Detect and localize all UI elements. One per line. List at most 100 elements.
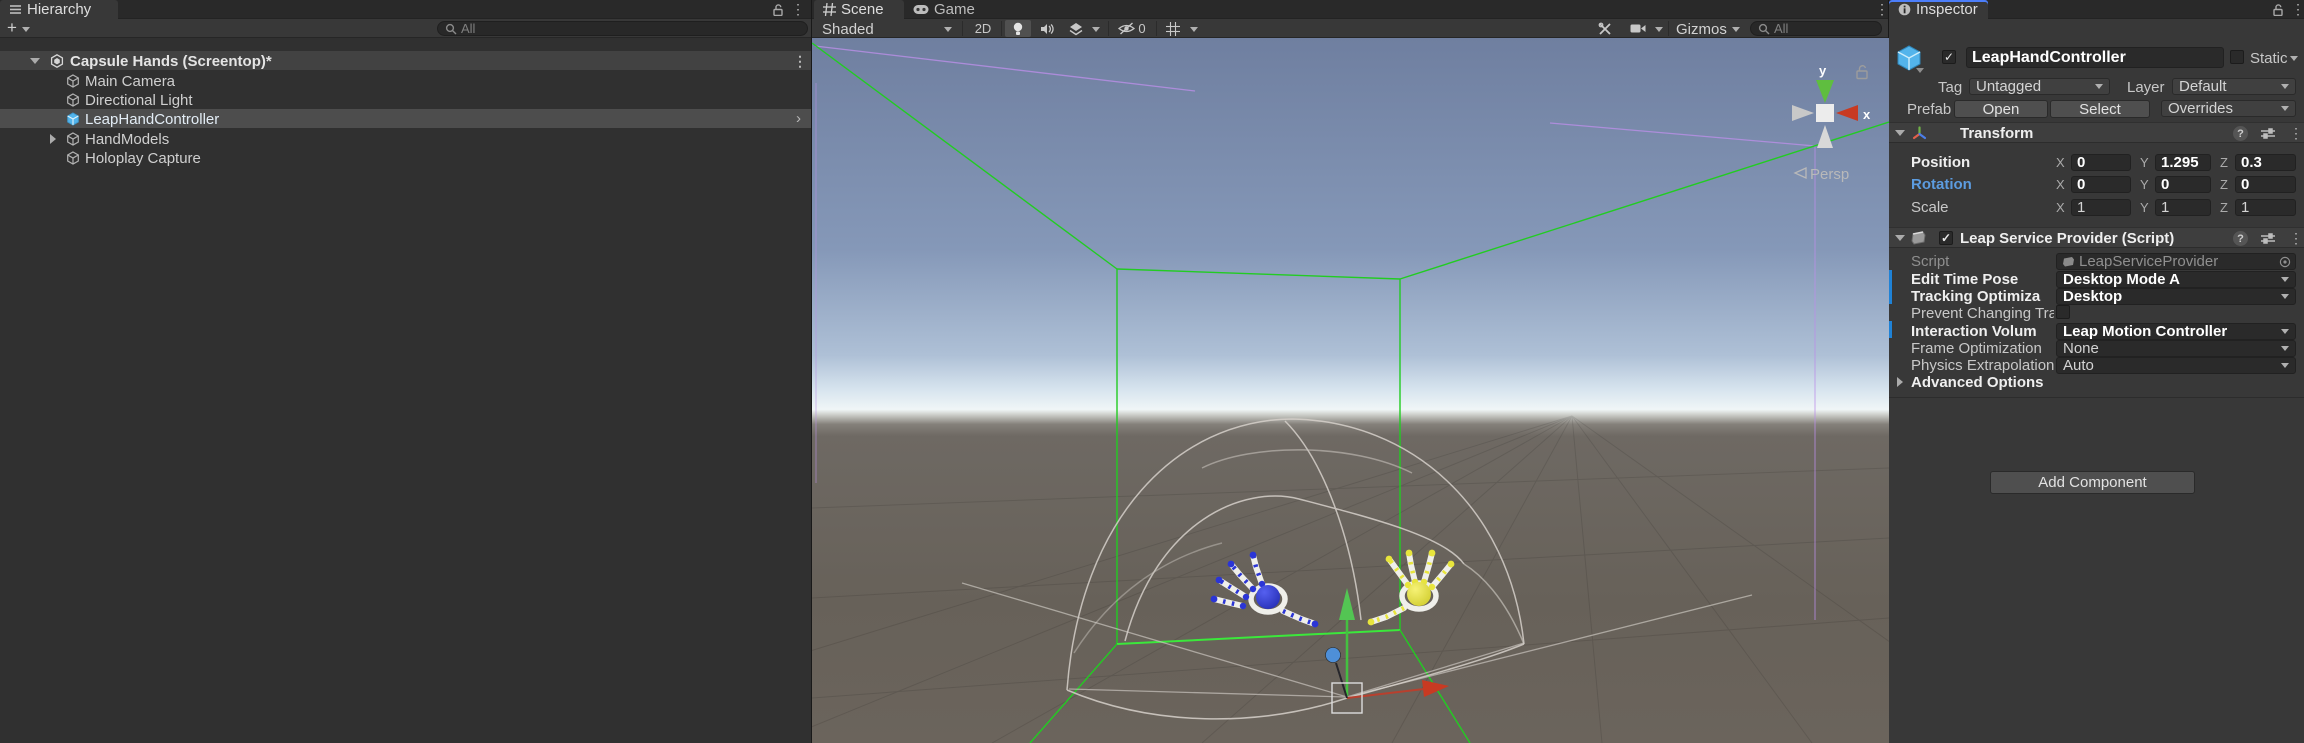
item-label: Main Camera bbox=[85, 73, 176, 90]
scene-row-menu-icon[interactable]: ⋮ bbox=[793, 52, 807, 71]
edit-time-pose-dropdown[interactable]: Desktop Mode A bbox=[2056, 271, 2296, 288]
axis-y: Y bbox=[2140, 200, 2149, 215]
search-icon bbox=[445, 23, 457, 34]
hierarchy-menu-icon[interactable]: ⋮ bbox=[791, 0, 805, 19]
unity-editor-window: Hierarchy ⋮ + All Capsule Hands (Screent… bbox=[0, 0, 2304, 743]
lock-icon[interactable] bbox=[772, 4, 784, 16]
tab-inspector[interactable]: Inspector bbox=[1889, 0, 1988, 19]
orientation-center-cube[interactable] bbox=[1816, 104, 1834, 122]
scene-3d-render: y x Persp bbox=[812, 38, 1889, 743]
frame-optimization-dropdown[interactable]: None bbox=[2056, 340, 2296, 357]
scene-panel: Scene Game ⋮ Shaded 2D 0 Gizmos All y x … bbox=[812, 0, 1889, 743]
inspector-menu-icon[interactable]: ⋮ bbox=[2291, 0, 2304, 19]
grid-dropdown-arrow[interactable] bbox=[1190, 27, 1198, 32]
hierarchy-item-leaphandcontroller[interactable]: LeapHandController › bbox=[0, 109, 811, 128]
presets-icon bbox=[2261, 233, 2275, 244]
create-dropdown-arrow[interactable] bbox=[22, 27, 30, 32]
static-dropdown-arrow[interactable] bbox=[2290, 56, 2298, 61]
hierarchy-search-input[interactable]: All bbox=[437, 21, 808, 36]
position-x-field[interactable]: 0 bbox=[2071, 154, 2131, 171]
hierarchy-item-handmodels[interactable]: HandModels bbox=[0, 129, 811, 148]
help-icon[interactable]: ? bbox=[2233, 231, 2248, 246]
scene-viewport[interactable]: y x Persp bbox=[812, 38, 1889, 743]
leap-enabled-checkbox[interactable]: ✓ bbox=[1939, 231, 1953, 245]
hierarchy-item-directional-light[interactable]: Directional Light bbox=[0, 90, 811, 109]
gizmo-z-handle[interactable] bbox=[1325, 647, 1341, 663]
active-checkbox[interactable]: ✓ bbox=[1942, 50, 1956, 64]
scene-menu-icon[interactable]: ⋮ bbox=[1875, 0, 1889, 19]
scene-audio-toggle[interactable] bbox=[1034, 20, 1060, 37]
transform-menu-icon[interactable]: ⋮ bbox=[2289, 124, 2303, 143]
axis-x: X bbox=[2056, 155, 2065, 170]
physics-extrapolation-dropdown[interactable]: Auto bbox=[2056, 357, 2296, 374]
shading-dropdown-arrow[interactable] bbox=[944, 27, 952, 32]
layer-label: Layer bbox=[2127, 79, 2165, 96]
scene-foldout[interactable] bbox=[30, 58, 40, 64]
leap-menu-icon[interactable]: ⋮ bbox=[2289, 229, 2303, 248]
effects-dropdown-arrow[interactable] bbox=[1092, 27, 1100, 32]
gameobject-cube-icon bbox=[67, 132, 79, 146]
advanced-options-foldout[interactable] bbox=[1897, 377, 1903, 387]
rotation-y-field[interactable]: 0 bbox=[2155, 176, 2211, 193]
scene-visibility-toggle[interactable]: 0 bbox=[1112, 20, 1152, 37]
hierarchy-item-holoplay-capture[interactable]: Holoplay Capture bbox=[0, 148, 811, 167]
add-component-button[interactable]: Add Component bbox=[1990, 471, 2195, 494]
scene-grid-toggle[interactable] bbox=[1160, 20, 1186, 37]
scene-tools-button[interactable] bbox=[1592, 20, 1618, 37]
prefab-icon-dropdown-arrow[interactable] bbox=[1916, 68, 1924, 73]
rotation-row: Rotation X 0 Y 0 Z 0 bbox=[1889, 176, 2304, 193]
rotation-z-field[interactable]: 0 bbox=[2235, 176, 2296, 193]
tag-dropdown[interactable]: Untagged bbox=[1969, 78, 2110, 95]
effects-layers-icon bbox=[1069, 22, 1083, 35]
shading-mode-dropdown[interactable]: Shaded bbox=[822, 21, 874, 38]
scale-y-field[interactable]: 1 bbox=[2155, 199, 2211, 216]
row-chevron-icon[interactable]: › bbox=[796, 110, 801, 127]
scene-lighting-toggle[interactable] bbox=[1005, 20, 1031, 37]
transform-foldout[interactable] bbox=[1895, 130, 1905, 136]
static-checkbox[interactable] bbox=[2230, 50, 2244, 64]
hierarchy-tab-label: Hierarchy bbox=[27, 1, 92, 18]
prefab-open-button[interactable]: Open bbox=[1954, 100, 2048, 118]
rotation-x-field[interactable]: 0 bbox=[2071, 176, 2131, 193]
lock-icon[interactable] bbox=[2272, 4, 2284, 16]
gizmos-dropdown[interactable]: Gizmos bbox=[1676, 21, 1727, 38]
transform-header[interactable]: Transform ? ⋮ bbox=[1889, 122, 2304, 143]
leap-foldout[interactable] bbox=[1895, 235, 1905, 241]
position-y-field[interactable]: 1.295 bbox=[2155, 154, 2211, 171]
object-picker-icon[interactable] bbox=[2279, 256, 2291, 268]
tab-hierarchy[interactable]: Hierarchy bbox=[0, 0, 118, 19]
hierarchy-item-main-camera[interactable]: Main Camera bbox=[0, 71, 811, 90]
leap-service-provider-header[interactable]: ✓ Leap Service Provider (Script) ? ⋮ bbox=[1889, 227, 2304, 248]
scene-camera-button[interactable] bbox=[1624, 20, 1652, 37]
interaction-volume-dropdown[interactable]: Leap Motion Controller bbox=[2056, 323, 2296, 340]
scene-effects-toggle[interactable] bbox=[1064, 20, 1088, 37]
scale-z-field[interactable]: 1 bbox=[2235, 199, 2296, 216]
scale-x-field[interactable]: 1 bbox=[2071, 199, 2131, 216]
tracking-optimization-dropdown[interactable]: Desktop bbox=[2056, 288, 2296, 305]
toggle-2d-button[interactable]: 2D bbox=[968, 20, 998, 37]
prefab-select-button[interactable]: Select bbox=[2050, 100, 2150, 118]
prefab-overrides-dropdown[interactable]: Overrides bbox=[2161, 100, 2296, 117]
create-button[interactable]: + bbox=[7, 19, 17, 37]
prevent-changing-checkbox[interactable] bbox=[2056, 305, 2070, 319]
gizmos-dropdown-arrow[interactable] bbox=[1732, 27, 1740, 32]
gameobject-name-field[interactable]: LeapHandController bbox=[1966, 47, 2224, 68]
tab-scene[interactable]: Scene bbox=[814, 0, 904, 19]
axis-x: X bbox=[2056, 200, 2065, 215]
edit-time-pose-label: Edit Time Pose bbox=[1911, 271, 2019, 288]
handmodels-foldout[interactable] bbox=[50, 134, 56, 144]
hierarchy-search-placeholder: All bbox=[461, 21, 476, 36]
item-label: HandModels bbox=[85, 131, 170, 148]
camera-dropdown-arrow[interactable] bbox=[1655, 27, 1663, 32]
persp-label: Persp bbox=[1810, 166, 1849, 183]
position-z-field[interactable]: 0.3 bbox=[2235, 154, 2296, 171]
help-icon[interactable]: ? bbox=[2233, 126, 2248, 141]
presets-icon bbox=[2261, 128, 2275, 139]
scene-row[interactable]: Capsule Hands (Screentop)* ⋮ bbox=[0, 51, 811, 70]
hierarchy-tabstrip: Hierarchy ⋮ bbox=[0, 0, 811, 19]
advanced-options-row[interactable]: Advanced Options bbox=[1889, 374, 2304, 391]
script-object-field[interactable]: LeapServiceProvider bbox=[2056, 253, 2296, 270]
tab-game[interactable]: Game bbox=[904, 0, 988, 19]
layer-dropdown[interactable]: Default bbox=[2172, 78, 2296, 95]
scene-search-input[interactable]: All bbox=[1750, 21, 1882, 36]
